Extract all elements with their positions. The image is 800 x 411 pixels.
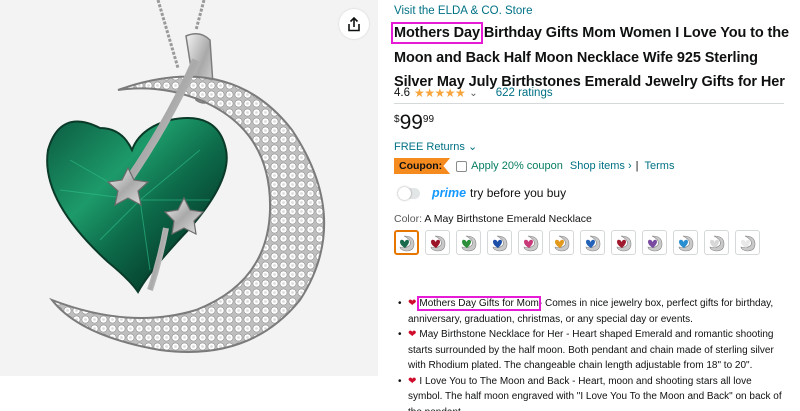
- color-label: Color: A May Birthstone Emerald Necklace: [394, 213, 592, 225]
- store-link[interactable]: Visit the ELDA & CO. Store: [394, 5, 533, 17]
- color-swatch[interactable]: [611, 230, 636, 255]
- free-returns-link[interactable]: FREE Returns ⌄: [394, 140, 477, 153]
- pendant-thumbnail-icon: [399, 235, 414, 251]
- rating-value: 4.6: [394, 87, 410, 99]
- color-swatch[interactable]: [673, 230, 698, 255]
- pendant-thumbnail-icon: [709, 235, 724, 251]
- color-swatch[interactable]: [735, 230, 760, 255]
- title-highlight: Mothers Day: [391, 22, 483, 44]
- terms-link[interactable]: Terms: [645, 160, 675, 172]
- pendant-thumbnail-icon: [678, 235, 693, 251]
- color-swatch[interactable]: [642, 230, 667, 255]
- prime-try-row: prime try before you buy: [398, 186, 566, 200]
- pendant-thumbnail-icon: [461, 235, 476, 251]
- heart-icon: ❤: [408, 329, 417, 340]
- color-swatch[interactable]: [549, 230, 574, 255]
- apply-coupon-label[interactable]: Apply 20% coupon: [471, 160, 563, 172]
- share-button[interactable]: [339, 9, 369, 39]
- bullet-text: May Birthstone Necklace for Her - Heart …: [408, 329, 774, 371]
- color-swatch[interactable]: [518, 230, 543, 255]
- color-value: A May Birthstone Emerald Necklace: [424, 213, 592, 225]
- separator: |: [635, 160, 639, 172]
- coupon-row: Coupon: Apply 20% coupon Shop items › | …: [394, 158, 674, 174]
- color-swatch[interactable]: [580, 230, 605, 255]
- divider: [394, 103, 784, 104]
- price-fraction: 99: [422, 114, 435, 125]
- color-swatch[interactable]: [425, 230, 450, 255]
- product-image: [46, 0, 326, 353]
- chevron-down-icon[interactable]: ⌄: [469, 88, 477, 99]
- feature-bullet: ❤I Love You to The Moon and Back - Heart…: [398, 374, 788, 411]
- prime-text: try before you buy: [470, 186, 567, 200]
- prime-logo: prime: [432, 186, 467, 200]
- heart-icon: ❤: [408, 375, 417, 387]
- pendant-thumbnail-icon: [616, 235, 631, 251]
- color-label-prefix: Color:: [394, 213, 423, 225]
- price: $ 99 99: [394, 112, 434, 134]
- product-title: Mothers Day Birthday Gifts Mom Women I L…: [391, 21, 789, 95]
- feature-bullet: ❤Mothers Day Gifts for Mom- Comes in nic…: [398, 296, 788, 327]
- star-rating-icon[interactable]: ★★★★★: [414, 86, 466, 100]
- share-icon: [348, 16, 360, 31]
- prime-toggle[interactable]: [398, 186, 420, 200]
- price-whole: 99: [399, 111, 423, 134]
- bullet-highlight: Mothers Day Gifts for Mom: [417, 296, 541, 311]
- pendant-thumbnail-icon: [430, 235, 445, 251]
- pendant-thumbnail-icon: [647, 235, 662, 251]
- color-swatch[interactable]: [456, 230, 481, 255]
- shop-items-link[interactable]: Shop items ›: [570, 160, 632, 172]
- product-image-panel[interactable]: [0, 0, 378, 376]
- coupon-badge: Coupon:: [394, 158, 451, 174]
- pendant-thumbnail-icon: [740, 235, 755, 251]
- pendant-thumbnail-icon: [492, 235, 507, 251]
- feature-bullets: ❤Mothers Day Gifts for Mom- Comes in nic…: [398, 296, 788, 411]
- heart-icon: ❤: [408, 298, 417, 309]
- feature-bullet: ❤May Birthstone Necklace for Her - Heart…: [398, 327, 788, 374]
- pendant-thumbnail-icon: [554, 235, 569, 251]
- color-swatch[interactable]: [394, 230, 419, 255]
- color-swatches: [394, 230, 764, 255]
- pendant-thumbnail-icon: [523, 235, 538, 251]
- pendant-thumbnail-icon: [585, 235, 600, 251]
- color-swatch[interactable]: [704, 230, 729, 255]
- bullet-text: I Love You to The Moon and Back - Heart,…: [408, 375, 782, 411]
- rating-row: 4.6 ★★★★★ ⌄ 622 ratings: [394, 86, 784, 100]
- color-swatch[interactable]: [487, 230, 512, 255]
- ratings-count-link[interactable]: 622 ratings: [496, 87, 553, 99]
- coupon-checkbox[interactable]: [456, 160, 468, 172]
